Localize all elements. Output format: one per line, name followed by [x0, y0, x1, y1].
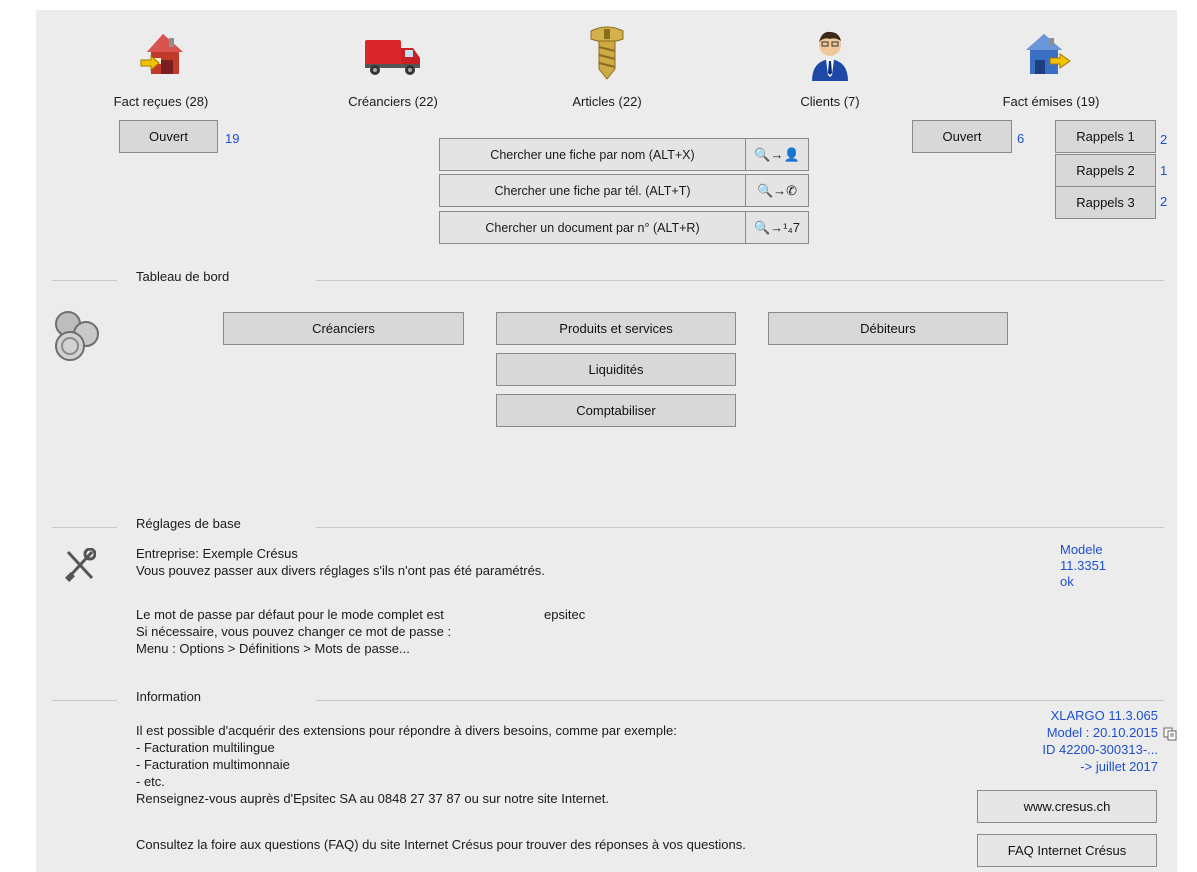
model-line[interactable]: Modele [1060, 541, 1103, 558]
dashboard-liquidites-button[interactable]: Liquidités [496, 353, 736, 386]
reglages-entreprise-text: Entreprise: Exemple Crésus [136, 546, 298, 561]
reglages-menu-path-text: Menu : Options > Définitions > Mots de p… [136, 641, 410, 656]
search-by-number[interactable]: Chercher un document par n° (ALT+R) 🔍→¹₄… [439, 211, 809, 244]
rappels-3-button[interactable]: Rappels 3 [1055, 186, 1156, 219]
fact-emises-ouvert-button[interactable]: Ouvert [912, 120, 1012, 153]
creanciers-label[interactable]: Créanciers (22) [328, 94, 458, 109]
rappels-3-count[interactable]: 2 [1160, 193, 1167, 210]
info-text-line: - etc. [136, 774, 165, 789]
version-info[interactable]: XLARGO 11.3.065 Model : 20.10.2015 ID 42… [986, 707, 1158, 775]
binoculars-person-icon[interactable]: 🔍→👤 [746, 138, 809, 171]
divider [316, 700, 1164, 701]
reglages-section-title: Réglages de base [136, 516, 241, 531]
search-by-phone[interactable]: Chercher une fiche par tél. (ALT+T) 🔍→✆ [439, 174, 809, 207]
info-text-line: - Facturation multimonnaie [136, 757, 290, 772]
divider [52, 700, 117, 701]
clients-label[interactable]: Clients (7) [770, 94, 890, 109]
search-by-name[interactable]: Chercher une fiche par nom (ALT+X) 🔍→👤 [439, 138, 809, 171]
truck-icon[interactable] [363, 34, 423, 78]
reglages-change-password-text: Si nécessaire, vous pouvez changer ce mo… [136, 624, 452, 639]
model-line[interactable]: 11.3351 [1060, 557, 1106, 574]
articles-label[interactable]: Articles (22) [542, 94, 672, 109]
model-line[interactable]: ok [1060, 573, 1074, 590]
home-panel: Fact reçues (28) Créanciers (22) Article… [36, 10, 1177, 872]
fact-emises-ouvert-count[interactable]: 6 [1017, 130, 1024, 147]
reglages-password-text: Le mot de passe par défaut pour le mode … [136, 607, 444, 622]
client-person-icon[interactable] [808, 27, 852, 81]
rappels-2-button[interactable]: Rappels 2 [1055, 154, 1156, 187]
www-cresus-button[interactable]: www.cresus.ch [977, 790, 1157, 823]
fact-emises-icon[interactable] [1022, 30, 1072, 78]
fact-recues-ouvert-button[interactable]: Ouvert [119, 120, 218, 153]
coins-icon [50, 308, 106, 364]
copy-icon[interactable] [1163, 727, 1177, 741]
reglages-password-value: epsitec [544, 607, 586, 622]
version-line[interactable]: Model : 20.10.2015 [986, 724, 1158, 741]
dashboard-debiteurs-button[interactable]: Débiteurs [768, 312, 1008, 345]
dashboard-creanciers-button[interactable]: Créanciers [223, 312, 464, 345]
fact-emises-label[interactable]: Fact émises (19) [986, 94, 1116, 109]
version-line[interactable]: -> juillet 2017 [986, 758, 1158, 775]
rappels-2-count[interactable]: 1 [1160, 162, 1167, 179]
rappels-1-count[interactable]: 2 [1160, 131, 1167, 148]
info-text-line: - Facturation multilingue [136, 740, 275, 755]
dashboard-section-title: Tableau de bord [136, 269, 230, 284]
divider [52, 527, 117, 528]
divider [316, 280, 1164, 281]
search-by-number-button[interactable]: Chercher un document par n° (ALT+R) [439, 211, 746, 244]
binoculars-number-icon[interactable]: 🔍→¹₄7 [746, 211, 809, 244]
info-text-line: Il est possible d'acquérir des extension… [136, 723, 677, 738]
screw-icon[interactable] [587, 25, 627, 81]
divider [52, 280, 117, 281]
search-by-phone-button[interactable]: Chercher une fiche par tél. (ALT+T) [439, 174, 746, 207]
version-line[interactable]: XLARGO 11.3.065 [986, 707, 1158, 724]
fact-recues-icon[interactable] [139, 30, 187, 78]
tools-icon[interactable] [64, 547, 97, 582]
information-section-title: Information [136, 689, 202, 704]
version-line[interactable]: ID 42200-300313-... [986, 741, 1158, 758]
faq-info-text: Consultez la foire aux questions (FAQ) d… [136, 837, 746, 852]
faq-internet-button[interactable]: FAQ Internet Crésus [977, 834, 1157, 867]
reglages-info-text: Vous pouvez passer aux divers réglages s… [136, 563, 545, 578]
info-text-line: Renseignez-vous auprès d'Epsitec SA au 0… [136, 791, 609, 806]
search-by-name-button[interactable]: Chercher une fiche par nom (ALT+X) [439, 138, 746, 171]
fact-recues-label[interactable]: Fact reçues (28) [96, 94, 226, 109]
fact-recues-ouvert-count[interactable]: 19 [225, 130, 239, 147]
divider [316, 527, 1164, 528]
binoculars-phone-icon[interactable]: 🔍→✆ [746, 174, 809, 207]
dashboard-comptabiliser-button[interactable]: Comptabiliser [496, 394, 736, 427]
dashboard-produits-button[interactable]: Produits et services [496, 312, 736, 345]
rappels-1-button[interactable]: Rappels 1 [1055, 120, 1156, 153]
